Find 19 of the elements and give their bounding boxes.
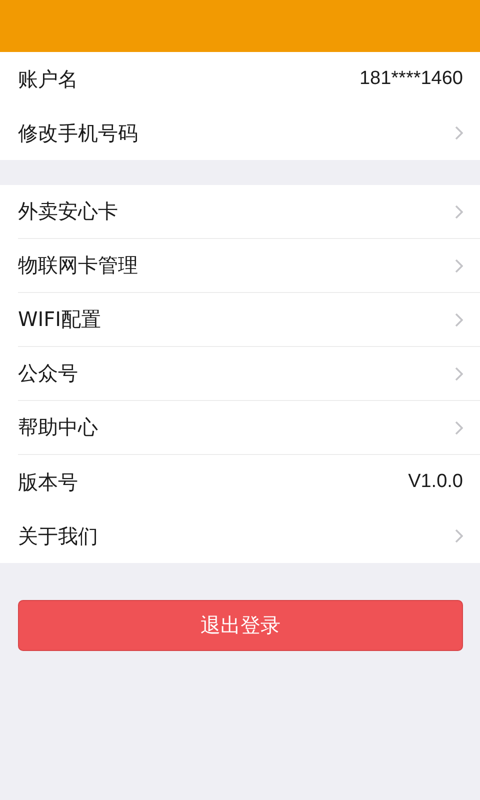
row-label[interactable]: 关于我们 bbox=[18, 522, 98, 550]
row-label[interactable]: 外卖安心卡 bbox=[18, 198, 118, 225]
logout-button[interactable]: 退出登录 bbox=[18, 600, 463, 651]
row-label: 账户名 bbox=[18, 66, 78, 92]
row-value: V1.0.0 bbox=[408, 471, 463, 493]
chevron-right-icon[interactable] bbox=[455, 529, 463, 543]
chevron-right-icon[interactable] bbox=[455, 126, 463, 140]
row-label[interactable]: 修改手机号码 bbox=[18, 120, 138, 146]
chevron-right-icon[interactable] bbox=[455, 366, 463, 380]
row-label: 版本号 bbox=[18, 468, 78, 496]
chevron-right-icon[interactable] bbox=[455, 258, 463, 272]
row-label[interactable]: WIFI配置 bbox=[18, 306, 102, 333]
chevron-right-icon[interactable] bbox=[455, 420, 463, 434]
row-label[interactable]: 公众号 bbox=[18, 360, 78, 387]
row-label[interactable]: 帮助中心 bbox=[18, 414, 98, 441]
row-value: 181****1460 bbox=[359, 68, 463, 90]
chevron-right-icon[interactable] bbox=[455, 312, 463, 326]
chevron-right-icon[interactable] bbox=[455, 204, 463, 218]
row-label[interactable]: 物联网卡管理 bbox=[18, 252, 138, 279]
